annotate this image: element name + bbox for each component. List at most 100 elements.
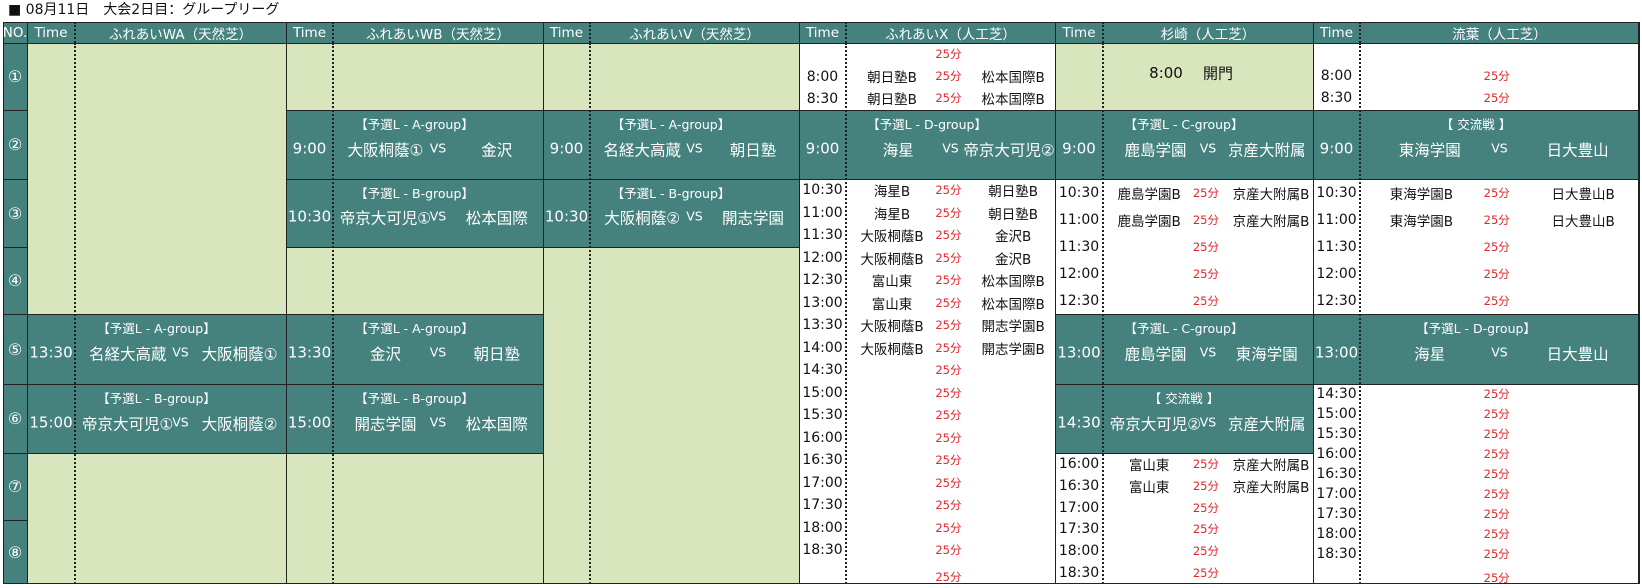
grid-line — [3, 22, 4, 584]
match-block: 【 交流戦 】 9:00 東海学園 VS 日大豊山 — [1313, 110, 1639, 179]
ranking-duration: 25分 — [935, 250, 962, 265]
ranking-duration: 25分 — [935, 228, 962, 243]
match-team-home: 開志学園 — [354, 414, 417, 433]
grid-line — [543, 110, 799, 111]
venue-v-free-area — [543, 43, 799, 110]
ranking-time: 16:30 — [1058, 477, 1100, 494]
grid-line — [589, 22, 591, 43]
grid-line — [27, 384, 286, 385]
match-time: 13:30 — [29, 343, 73, 362]
match-team-home: 帝京大可児① — [339, 209, 432, 228]
grid-line — [1102, 22, 1104, 43]
grid-line — [1313, 314, 1639, 315]
match-team-home: 鹿島学園 — [1124, 140, 1187, 159]
ranking-duration: 25分 — [935, 475, 962, 490]
ranking-duration: 25分 — [1192, 185, 1219, 200]
ranking-time: 18:30 — [1316, 546, 1357, 562]
ranking-time: 11:00 — [1058, 211, 1100, 228]
grid-line — [543, 22, 544, 584]
ranking-time: 16:00 — [802, 429, 843, 446]
ranking-team-home: 大阪桐蔭B — [860, 229, 924, 246]
grid-line — [3, 453, 27, 454]
match-group-label: 【予選L - D-group】 — [867, 117, 987, 132]
ranking-time: 17:30 — [1316, 506, 1357, 522]
ranking-time: 11:00 — [1316, 211, 1357, 228]
slot-number: ③ — [3, 179, 27, 247]
ranking-time: 14:30 — [802, 362, 843, 379]
ranking-team-away: 金沢B — [995, 229, 1032, 246]
ranking-duration: 25分 — [1483, 387, 1510, 401]
grid-line — [3, 314, 27, 315]
ranking-duration: 25分 — [935, 430, 962, 445]
ranking-duration: 25分 — [935, 385, 962, 400]
match-block: 【予選L - D-group】 13:00 海星 VS 日大豊山 — [1313, 314, 1639, 384]
ranking-duration: 25分 — [935, 408, 962, 423]
slot-number: ⑤ — [3, 314, 27, 384]
ranking-duration: 25分 — [935, 363, 962, 378]
ranking-time: 8:00 — [806, 69, 839, 85]
venue-wb-free-area — [286, 43, 543, 110]
ranking-duration: 25分 — [1483, 507, 1510, 521]
ranking-duration: 25分 — [1483, 69, 1510, 83]
match-team-home: 鹿島学園 — [1124, 345, 1187, 364]
match-team-home: 金沢 — [369, 345, 402, 364]
match-group-label: 【 交流戦 】 — [1440, 117, 1512, 132]
header-venue-5: 流葉（人工芝） — [1360, 22, 1639, 43]
ranking-duration: 25分 — [1192, 544, 1219, 559]
ranking-time: 17:30 — [802, 497, 843, 514]
slot-number: ② — [3, 110, 27, 179]
ranking-duration: 25分 — [935, 69, 962, 83]
match-team-away: 日大豊山 — [1546, 140, 1609, 159]
ranking-duration: 25分 — [935, 340, 962, 355]
match-team-away: 朝日塾 — [729, 140, 777, 159]
ranking-team-away: 京産大附属B — [1232, 457, 1310, 474]
header-venue-0: ふれあいWA（天然芝） — [75, 22, 286, 43]
ranking-team-away: 金沢B — [995, 251, 1032, 268]
ranking-duration: 25分 — [935, 183, 962, 198]
ranking-time: 12:00 — [1058, 265, 1100, 282]
ranking-time: 18:30 — [802, 542, 843, 559]
header-venue-4: 杉崎（人工芝） — [1103, 22, 1313, 43]
match-group-label: 【 交流戦 】 — [1148, 391, 1220, 406]
ranking-team-home: 東海学園B — [1389, 186, 1454, 203]
match-vs: VS — [686, 140, 703, 155]
match-group-label: 【予選L - B-group】 — [611, 186, 731, 201]
match-team-away: 開志学園 — [722, 209, 785, 228]
ranking-team-away: 開志学園B — [981, 341, 1045, 358]
ranking-time: 12:30 — [1058, 292, 1100, 309]
grid-line — [1639, 22, 1640, 584]
ranking-duration: 25分 — [935, 91, 962, 105]
match-vs: VS — [1491, 140, 1508, 155]
ranking-team-home: 富山東 — [1128, 479, 1170, 496]
ranking-time: 16:30 — [1316, 466, 1357, 482]
slot-number: ⑦ — [3, 453, 27, 520]
header-venue-1: ふれあいWB（天然芝） — [333, 22, 543, 43]
grid-line — [27, 453, 286, 454]
match-group-label: 【予選L - B-group】 — [355, 186, 474, 201]
venue-wa-free-area — [27, 43, 286, 314]
ranking-team-home: 鹿島学園B — [1117, 186, 1181, 203]
grid-line — [1055, 453, 1313, 454]
match-time: 10:30 — [544, 207, 589, 226]
ranking-team-home: 東海学園B — [1389, 213, 1454, 230]
match-vs: VS — [942, 140, 959, 155]
suzaki-open-label: 開門 — [1202, 64, 1234, 83]
ranking-team-away: 日大豊山B — [1551, 213, 1615, 230]
ranking-team-home: 朝日塾B — [867, 70, 917, 86]
match-team-away: 朝日塾 — [473, 345, 521, 364]
ranking-duration: 25分 — [1483, 487, 1510, 501]
grid-line — [286, 22, 287, 584]
ranking-team-away: 京産大附属B — [1232, 186, 1310, 203]
match-vs: VS — [1491, 344, 1508, 360]
ranking-time: 16:00 — [1058, 455, 1100, 472]
venue-wb-free-area — [286, 247, 543, 314]
ranking-team-away: 松本国際B — [981, 296, 1045, 313]
ranking-duration: 25分 — [1483, 527, 1510, 541]
ranking-time: 17:00 — [802, 474, 843, 491]
ranking-duration: 25分 — [935, 273, 962, 288]
slot-number: ⑥ — [3, 384, 27, 453]
grid-line — [3, 583, 1639, 584]
grid-line — [1313, 22, 1314, 584]
match-group-label: 【予選L - C-group】 — [1124, 321, 1244, 336]
match-vs: VS — [686, 208, 703, 224]
